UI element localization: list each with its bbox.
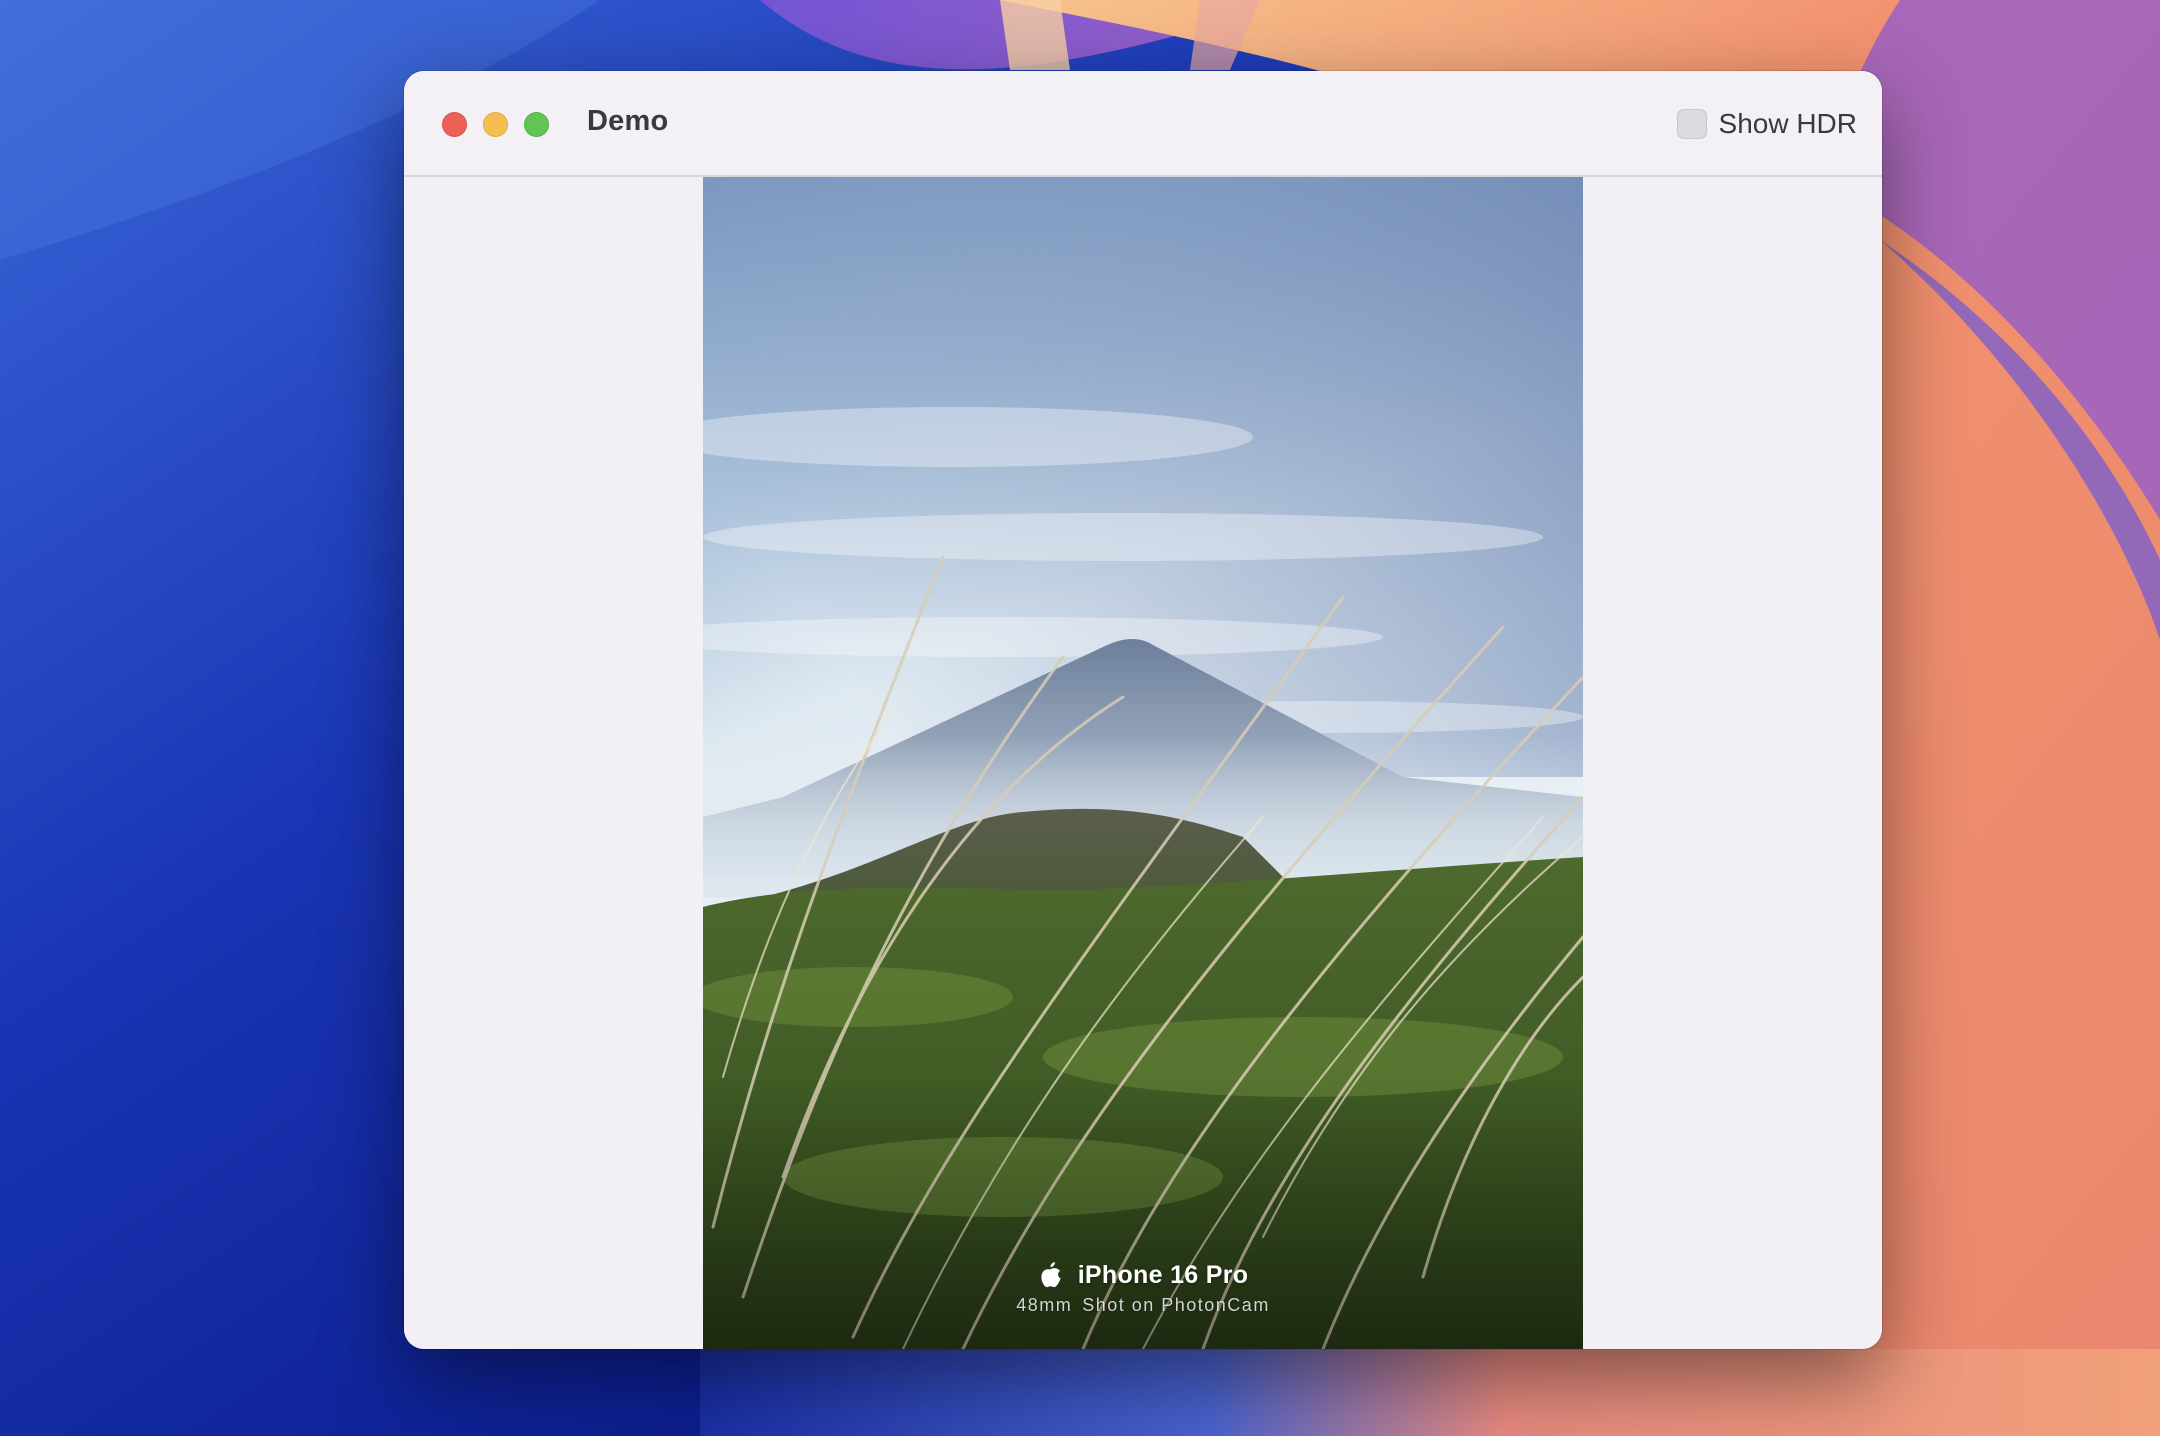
close-icon[interactable] [442,112,467,137]
apple-logo-icon [1041,1262,1061,1288]
watermark-details-line: 48mm Shot on PhotonCam [703,1295,1583,1316]
focal-length-label: 48mm [1016,1295,1073,1315]
show-hdr-toggle[interactable]: Show HDR [1676,107,1857,141]
maximize-icon[interactable] [524,112,549,137]
minimize-icon[interactable] [483,112,508,137]
landscape-photo [703,177,1583,1349]
checkbox-icon[interactable] [1676,109,1707,139]
app-window: Demo Show HDR iPhone 16 Pro 48mm Shot on… [404,71,1882,1349]
camera-watermark: iPhone 16 Pro 48mm Shot on PhotonCam [703,1257,1583,1316]
device-model-label: iPhone 16 Pro [1077,1260,1249,1289]
content-area: iPhone 16 Pro 48mm Shot on PhotonCam [404,177,1882,1349]
watermark-device-line: iPhone 16 Pro [703,1257,1583,1293]
photo-view: iPhone 16 Pro 48mm Shot on PhotonCam [703,177,1583,1349]
show-hdr-label[interactable]: Show HDR [1719,108,1857,140]
window-title: Demo [587,105,669,137]
title-bar[interactable]: Demo Show HDR [404,71,1882,177]
shot-on-label: Shot on PhotonCam [1082,1295,1270,1315]
